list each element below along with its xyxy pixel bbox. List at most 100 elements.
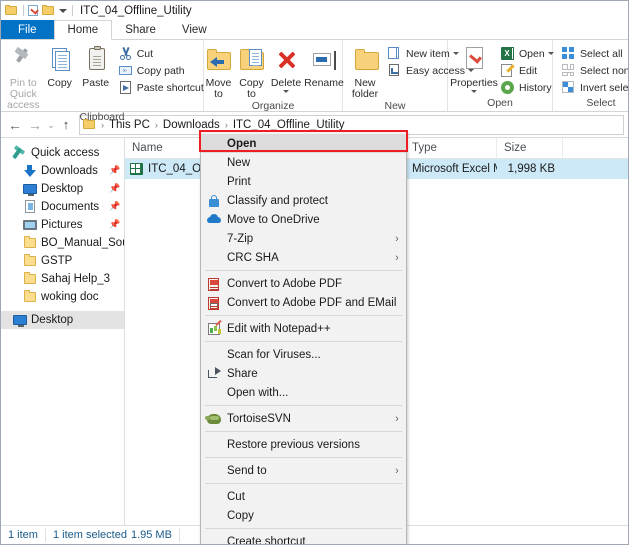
crc-sha-menu-icon <box>205 250 223 266</box>
context-menu-item-classify-and-protect[interactable]: Classify and protect <box>201 191 406 210</box>
status-item-count: 1 item <box>1 528 46 542</box>
cut-button[interactable]: Cut <box>116 45 206 62</box>
sidebar-item-gstp[interactable]: GSTP <box>1 252 124 270</box>
group-title-organize: Organize <box>251 100 295 112</box>
quick-access-properties-icon[interactable] <box>27 4 40 17</box>
delete-button[interactable]: Delete <box>268 43 304 94</box>
context-menu-item-convert-to-adobe-pdf[interactable]: Convert to Adobe PDF <box>201 274 406 293</box>
pin-icon-pictures[interactable]: 📌 <box>109 220 120 229</box>
sidebar-item-desktop-root[interactable]: Desktop <box>1 311 124 329</box>
folder-icon-bo-manual-source <box>23 236 37 250</box>
context-menu-label-copy: Copy <box>227 509 254 522</box>
context-menu-item-move-to-onedrive[interactable]: Move to OneDrive <box>201 210 406 229</box>
open-with-excel-button[interactable]: X Open <box>498 45 556 62</box>
context-menu-item-share[interactable]: Share <box>201 364 406 383</box>
properties-button[interactable]: Properties <box>450 43 498 94</box>
send-to-menu-icon <box>205 463 223 479</box>
downloads-icon <box>23 164 37 178</box>
back-button[interactable]: ← <box>5 115 25 135</box>
copy-button[interactable]: Copy <box>42 43 78 90</box>
context-menu-separator-4 <box>205 405 402 406</box>
breadcrumb-separator-2[interactable]: › <box>222 120 231 130</box>
history-button[interactable]: History <box>498 79 556 96</box>
sidebar-item-desktop[interactable]: Desktop 📌 <box>1 180 124 198</box>
invert-selection-button[interactable]: Invert selection <box>559 79 629 96</box>
sidebar-item-sahaj-help-3[interactable]: Sahaj Help_3 <box>1 270 124 288</box>
tab-home[interactable]: Home <box>53 20 113 40</box>
select-none-button[interactable]: Select none <box>559 62 628 79</box>
seven-zip-menu-icon <box>205 231 223 247</box>
ribbon-group-new: New folder New item Easy access New <box>343 40 474 112</box>
context-menu-label-restore-previous-versions: Restore previous versions <box>227 438 360 451</box>
column-header-size[interactable]: Size <box>497 138 563 158</box>
copy-label: Copy <box>47 77 72 89</box>
select-none-icon <box>561 63 576 78</box>
copy-path-button[interactable]: x- Copy path <box>116 62 206 79</box>
new-folder-button[interactable]: New folder <box>347 43 383 101</box>
context-menu-item-copy[interactable]: Copy <box>201 506 406 525</box>
tab-share[interactable]: Share <box>112 20 169 40</box>
paste-label: Paste <box>82 77 110 89</box>
select-all-button[interactable]: Select all <box>559 45 628 62</box>
context-menu-item-cut[interactable]: Cut <box>201 487 406 506</box>
ribbon: Pin to Quick access Copy Paste Cut x- Co… <box>1 40 629 123</box>
sidebar-item-woking-doc[interactable]: woking doc <box>1 288 124 306</box>
context-menu-label-convert-to-adobe-pdf: Convert to Adobe PDF <box>227 277 343 290</box>
tab-file[interactable]: File <box>1 20 54 40</box>
invert-selection-icon <box>561 80 576 95</box>
move-to-button[interactable]: Move to <box>202 43 235 101</box>
context-menu-item-scan-for-viruses[interactable]: Scan for Viruses... <box>201 345 406 364</box>
pin-to-quick-access-button[interactable]: Pin to Quick access <box>5 43 42 112</box>
sidebar-item-pictures[interactable]: Pictures 📌 <box>1 216 124 234</box>
breadcrumb-current-folder[interactable]: ITC_04_Offline_Utility <box>231 119 347 131</box>
title-bar: ITC_04_Offline_Utility <box>1 1 628 20</box>
sidebar-item-downloads[interactable]: Downloads 📌 <box>1 162 124 180</box>
scan-for-viruses-menu-icon <box>205 347 223 363</box>
tab-view[interactable]: View <box>169 20 220 40</box>
new-folder-label: New folder <box>351 77 379 100</box>
context-menu-item-open[interactable]: Open <box>201 134 406 153</box>
submenu-chevron-icon-7-zip: › <box>395 232 399 245</box>
copy-path-icon: x- <box>118 63 133 78</box>
adobe-pdf-icon <box>205 276 223 292</box>
context-menu-item-7-zip[interactable]: 7-Zip › <box>201 229 406 248</box>
context-menu-item-create-shortcut[interactable]: Create shortcut <box>201 532 406 545</box>
quick-access-new-folder-icon[interactable] <box>42 4 55 17</box>
context-menu-item-crc-sha[interactable]: CRC SHA › <box>201 248 406 267</box>
context-menu-item-convert-to-adobe-pdf-and-email[interactable]: Convert to Adobe PDF and EMail <box>201 293 406 312</box>
pin-icon-downloads[interactable]: 📌 <box>109 166 120 175</box>
context-menu-item-send-to[interactable]: Send to › <box>201 461 406 480</box>
context-menu-separator-2 <box>205 315 402 316</box>
forward-button[interactable]: → <box>25 115 45 135</box>
file-type-cell: Microsoft Excel M... <box>412 163 497 175</box>
new-item-label: New item <box>406 47 450 60</box>
sidebar-item-quick-access[interactable]: Quick access <box>1 144 124 162</box>
context-menu-item-new[interactable]: New <box>201 153 406 172</box>
pin-icon-desktop[interactable]: 📌 <box>109 184 120 193</box>
customize-quick-access-caret-icon[interactable] <box>57 4 68 17</box>
context-menu-item-edit-with-notepad-plus-plus[interactable]: Edit with Notepad++ <box>201 319 406 338</box>
delete-dropdown-caret-icon[interactable] <box>283 90 289 93</box>
context-menu-item-open-with[interactable]: Open with... <box>201 383 406 402</box>
properties-dropdown-caret-icon[interactable] <box>471 90 477 93</box>
context-menu-item-tortoisesvn[interactable]: TortoiseSVN › <box>201 409 406 428</box>
rename-button[interactable]: Rename <box>304 43 344 90</box>
context-menu-item-print[interactable]: Print <box>201 172 406 191</box>
invert-selection-label: Invert selection <box>580 81 629 94</box>
status-selection-text: 1 item selected <box>52 529 127 541</box>
context-menu-label-send-to: Send to <box>227 464 267 477</box>
qat-divider-2 <box>72 5 73 16</box>
tortoise-svn-icon <box>205 411 223 427</box>
paste-shortcut-button[interactable]: Paste shortcut <box>116 79 206 96</box>
edit-button[interactable]: Edit <box>498 62 556 79</box>
column-header-type[interactable]: Type <box>405 138 497 158</box>
select-small-commands: Select all Select none Invert selection <box>557 43 629 96</box>
sidebar-item-documents[interactable]: Documents 📌 <box>1 198 124 216</box>
pin-icon-documents[interactable]: 📌 <box>109 202 120 211</box>
sidebar-item-bo-manual-source[interactable]: BO_Manual_Source <box>1 234 124 252</box>
copy-to-button[interactable]: Copy to <box>235 43 268 101</box>
paste-button[interactable]: Paste <box>78 43 114 90</box>
context-menu-item-restore-previous-versions[interactable]: Restore previous versions <box>201 435 406 454</box>
easy-access-icon <box>387 63 402 78</box>
quick-access-folder-icon[interactable] <box>5 4 18 17</box>
